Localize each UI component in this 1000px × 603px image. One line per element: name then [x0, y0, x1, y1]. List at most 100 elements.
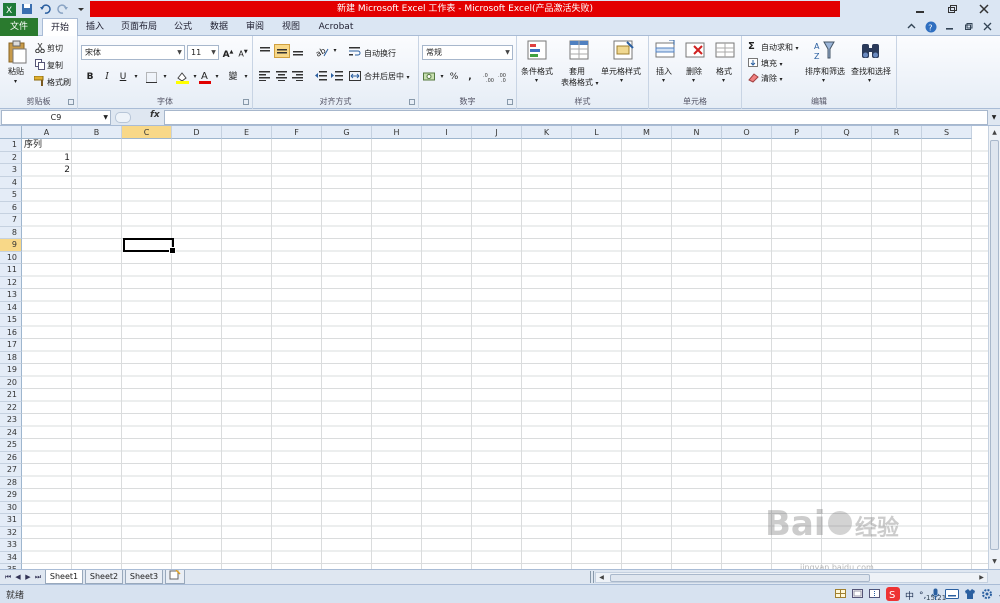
tab-view[interactable]: 视图 [276, 18, 306, 36]
sheet-tab-sheet2[interactable]: Sheet2 [85, 570, 123, 584]
sort-filter-button[interactable]: 排序和筛选 [805, 66, 845, 77]
workbook-close-icon[interactable] [981, 20, 994, 33]
row-header-25[interactable]: 25 [0, 439, 22, 452]
align-middle-icon[interactable] [274, 44, 290, 58]
column-header-g[interactable]: G [322, 126, 372, 139]
workbook-minimize-icon[interactable] [943, 20, 956, 33]
underline-button[interactable]: U [116, 70, 130, 84]
prev-sheet-icon[interactable]: ◀ [13, 572, 23, 582]
row-header-26[interactable]: 26 [0, 451, 22, 464]
column-header-b[interactable]: B [72, 126, 122, 139]
scroll-right-icon[interactable]: ▶ [976, 572, 987, 583]
restore-button[interactable] [936, 0, 968, 18]
sheet-tab-sheet3[interactable]: Sheet3 [125, 570, 163, 584]
column-header-r[interactable]: R [872, 126, 922, 139]
increase-indent-icon[interactable] [331, 71, 343, 84]
row-header-29[interactable]: 29 [0, 489, 22, 502]
cell-a3[interactable]: 2 [22, 164, 70, 177]
chevron-down-icon[interactable]: ▾ [822, 77, 825, 84]
workbook-restore-icon[interactable] [962, 20, 975, 33]
column-header-h[interactable]: H [372, 126, 422, 139]
orientation-icon[interactable]: ab [314, 45, 329, 60]
cut-button[interactable]: 剪切 [47, 43, 63, 54]
chevron-down-icon[interactable]: ▾ [239, 70, 253, 84]
chevron-down-icon[interactable]: ▾ [662, 77, 665, 84]
ime-mode[interactable]: 中 [905, 589, 914, 602]
row-header-20[interactable]: 20 [0, 376, 22, 389]
column-header-i[interactable]: I [422, 126, 472, 139]
align-left-icon[interactable] [259, 71, 271, 84]
next-sheet-icon[interactable]: ▶ [23, 572, 33, 582]
align-center-icon[interactable] [276, 71, 288, 84]
tab-review[interactable]: 审阅 [240, 18, 270, 36]
normal-view-icon[interactable] [835, 589, 847, 602]
italic-button[interactable]: I [100, 70, 114, 84]
align-bottom-icon[interactable] [292, 46, 304, 59]
chevron-down-icon[interactable]: ▾ [692, 77, 695, 84]
conditional-format-button[interactable]: 条件格式 [521, 66, 553, 77]
comma-button[interactable]: , [463, 70, 477, 84]
sheet-tab-sheet1[interactable]: Sheet1 [45, 570, 83, 584]
column-header-o[interactable]: O [722, 126, 772, 139]
copy-button[interactable]: 复制 [47, 60, 63, 71]
autosum-button[interactable]: 自动求和 ▾ [761, 42, 799, 53]
row-header-21[interactable]: 21 [0, 389, 22, 402]
column-header-e[interactable]: E [222, 126, 272, 139]
expand-formula-bar-icon[interactable]: ▼ [989, 110, 999, 125]
align-top-icon[interactable] [259, 46, 271, 59]
alignment-launcher[interactable] [409, 99, 415, 105]
tab-split-handle[interactable] [590, 571, 594, 583]
redo-icon[interactable] [56, 2, 70, 16]
chevron-down-icon[interactable]: ▾ [328, 44, 342, 58]
minimize-button[interactable] [904, 0, 936, 18]
grow-font-button[interactable]: A▲ [221, 45, 235, 60]
phonetic-button[interactable]: 變 [226, 70, 240, 84]
row-header-1[interactable]: 1 [0, 139, 22, 152]
wrap-text-button[interactable]: 自动换行 [364, 48, 396, 59]
column-header-p[interactable]: P [772, 126, 822, 139]
column-header-f[interactable]: F [272, 126, 322, 139]
row-header-8[interactable]: 8 [0, 226, 22, 239]
font-launcher[interactable] [243, 99, 249, 105]
row-header-28[interactable]: 28 [0, 476, 22, 489]
row-header-15[interactable]: 15 [0, 314, 22, 327]
align-right-icon[interactable] [292, 71, 304, 84]
shrink-font-button[interactable]: A▼ [236, 45, 250, 59]
find-select-button[interactable]: 查找和选择 [851, 66, 891, 77]
row-header-10[interactable]: 10 [0, 251, 22, 264]
formula-bar-handle[interactable] [115, 112, 131, 123]
excel-logo-icon[interactable]: X [2, 2, 16, 16]
vertical-scrollbar[interactable]: ▲ ▼ [988, 126, 1000, 569]
insert-sheet-icon[interactable] [165, 569, 185, 584]
name-box[interactable]: C9 ▼ [1, 110, 111, 125]
ribbon-minimize-icon[interactable] [905, 20, 918, 33]
column-header-a[interactable]: A [22, 126, 72, 139]
tab-acrobat[interactable]: Acrobat [313, 18, 359, 36]
row-header-32[interactable]: 32 [0, 526, 22, 539]
number-format-select[interactable]: 常规 ▼ [422, 45, 513, 60]
borders-icon[interactable] [146, 72, 158, 86]
row-header-3[interactable]: 3 [0, 164, 22, 177]
fill-button[interactable]: 填充 ▾ [761, 58, 783, 69]
row-header-22[interactable]: 22 [0, 401, 22, 414]
tab-file[interactable]: 文件 [0, 18, 38, 36]
paste-dropdown-icon[interactable]: ▾ [14, 78, 17, 85]
active-cell-cursor[interactable] [123, 238, 176, 254]
row-header-13[interactable]: 13 [0, 289, 22, 302]
chevron-down-icon[interactable]: ▾ [210, 70, 224, 84]
row-header-31[interactable]: 31 [0, 514, 22, 527]
column-header-c[interactable]: C [122, 126, 172, 139]
format-cells-button[interactable]: 格式 [716, 66, 732, 77]
font-size-select[interactable]: 11 ▼ [187, 45, 219, 60]
format-as-table-button[interactable]: 表格格式 ▾ [561, 77, 599, 88]
row-header-24[interactable]: 24 [0, 426, 22, 439]
column-header-j[interactable]: J [472, 126, 522, 139]
paste-button[interactable]: 粘贴 [8, 66, 24, 77]
first-sheet-icon[interactable]: ⏮ [3, 572, 13, 582]
chevron-down-icon[interactable]: ▾ [722, 77, 725, 84]
insert-cells-button[interactable]: 插入 [656, 66, 672, 77]
cell-a2[interactable]: 1 [22, 152, 70, 165]
last-sheet-icon[interactable]: ⏭ [33, 572, 43, 582]
row-header-5[interactable]: 5 [0, 189, 22, 202]
vertical-scroll-thumb[interactable] [990, 140, 999, 550]
